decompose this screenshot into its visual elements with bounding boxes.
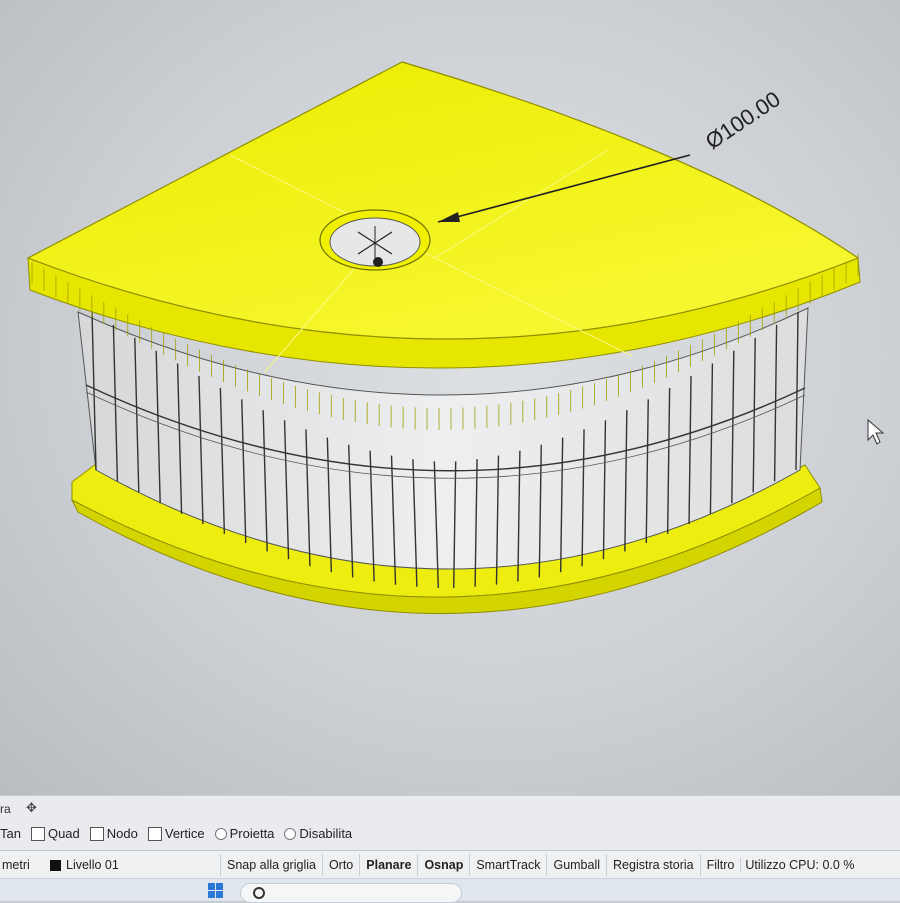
- status-orto-button[interactable]: Orto: [321, 854, 359, 876]
- checkbox-icon[interactable]: [30, 826, 45, 841]
- osnap-disabilita[interactable]: Disabilita: [284, 826, 352, 841]
- osnap-label: Nodo: [106, 826, 138, 841]
- status-smarttrack-button[interactable]: SmartTrack: [469, 854, 546, 876]
- units-label[interactable]: metri: [0, 858, 50, 872]
- model-drawing: Ø100.00: [26, 61, 885, 615]
- status-filtro-button[interactable]: Filtro: [699, 854, 741, 876]
- checkbox-icon[interactable]: [89, 826, 104, 841]
- top-slab: [26, 61, 860, 340]
- osnap-options: Tan Quad Nodo Vertice Proietta Disabilita: [0, 826, 352, 841]
- radio-icon[interactable]: [214, 827, 227, 840]
- osnap-label: Proietta: [229, 826, 275, 841]
- dimension-label: Ø100.00: [701, 86, 785, 154]
- osnap-label: Quad: [47, 826, 80, 841]
- windows-start-icon[interactable]: [208, 883, 224, 899]
- status-bar: metri Livello 01 Snap alla griglia Orto Pl…: [0, 850, 900, 879]
- status-toggles: Snap alla griglia Orto Planare Osnap SmartTr…: [220, 854, 740, 876]
- layer-selector[interactable]: Livello 01: [50, 858, 220, 872]
- status-planare-button[interactable]: Planare: [359, 854, 417, 876]
- layer-name: Livello 01: [66, 858, 119, 872]
- layer-color-swatch: [50, 859, 61, 871]
- cpu-usage: Utilizzo CPU: 0.0 %: [740, 858, 858, 872]
- osnap-panel: ra ✥ Tan Quad Nodo Vertice Proietta Disabilit…: [0, 795, 900, 851]
- status-gumball-button[interactable]: Gumball: [546, 854, 606, 876]
- search-icon: [253, 887, 265, 899]
- osnap-quad[interactable]: Quad: [30, 826, 80, 841]
- osnap-label: Disabilita: [299, 826, 353, 841]
- 3d-viewport[interactable]: Ø100.00: [0, 0, 900, 795]
- radio-icon[interactable]: [284, 827, 297, 840]
- checkbox-icon[interactable]: [147, 826, 162, 841]
- osnap-proietta[interactable]: Proietta: [214, 826, 275, 841]
- taskbar: [0, 878, 900, 903]
- osnap-label: Vertice: [164, 826, 205, 841]
- plus-icon[interactable]: ✥: [26, 800, 37, 816]
- osnap-nodo[interactable]: Nodo: [89, 826, 138, 841]
- status-snap-alla-griglia-button[interactable]: Snap alla griglia: [220, 854, 322, 876]
- osnap-vertice[interactable]: Vertice: [147, 826, 205, 841]
- taskbar-search[interactable]: [240, 883, 462, 903]
- status-osnap-button[interactable]: Osnap: [417, 854, 469, 876]
- status-registra-storia-button[interactable]: Registra storia: [606, 854, 700, 876]
- osnap-label: Tan: [0, 826, 21, 841]
- mouse-cursor-icon: [867, 418, 885, 445]
- osnap-tan[interactable]: Tan: [0, 826, 21, 841]
- panel-tab-label[interactable]: ra: [0, 802, 11, 816]
